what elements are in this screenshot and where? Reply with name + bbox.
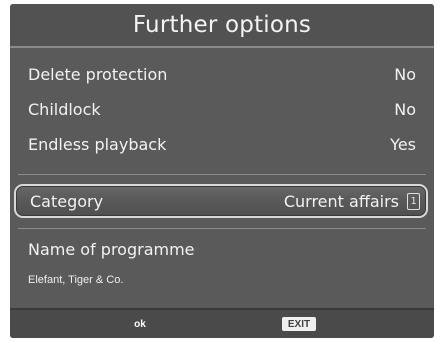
title-bar: Further options xyxy=(10,4,434,48)
category-selector[interactable]: Category Current affairs 1 xyxy=(14,184,428,218)
option-childlock[interactable]: Childlock No xyxy=(28,94,416,124)
exit-button[interactable]: EXIT xyxy=(282,317,316,331)
option-value: Yes xyxy=(390,134,416,154)
dialog-title: Further options xyxy=(132,12,312,38)
option-value: No xyxy=(394,64,416,84)
further-options-dialog: Further options Delete protection No Chi… xyxy=(10,4,434,338)
footer-bar: ok EXIT xyxy=(10,308,434,338)
category-value: Current affairs xyxy=(283,191,399,211)
divider xyxy=(18,228,426,229)
category-label: Category xyxy=(30,191,104,211)
ok-button[interactable]: ok xyxy=(128,317,152,331)
option-endless-playback[interactable]: Endless playback Yes xyxy=(28,129,416,159)
option-delete-protection[interactable]: Delete protection No xyxy=(28,59,416,89)
option-label: Delete protection xyxy=(28,64,168,84)
option-label: Endless playback xyxy=(28,134,167,154)
option-value: No xyxy=(394,99,416,119)
programme-name-label: Name of programme xyxy=(28,240,195,259)
programme-name-value[interactable]: Elefant, Tiger & Co. xyxy=(28,274,123,286)
divider xyxy=(18,174,426,175)
keypad-1-icon: 1 xyxy=(407,192,420,210)
option-label: Childlock xyxy=(28,99,101,119)
